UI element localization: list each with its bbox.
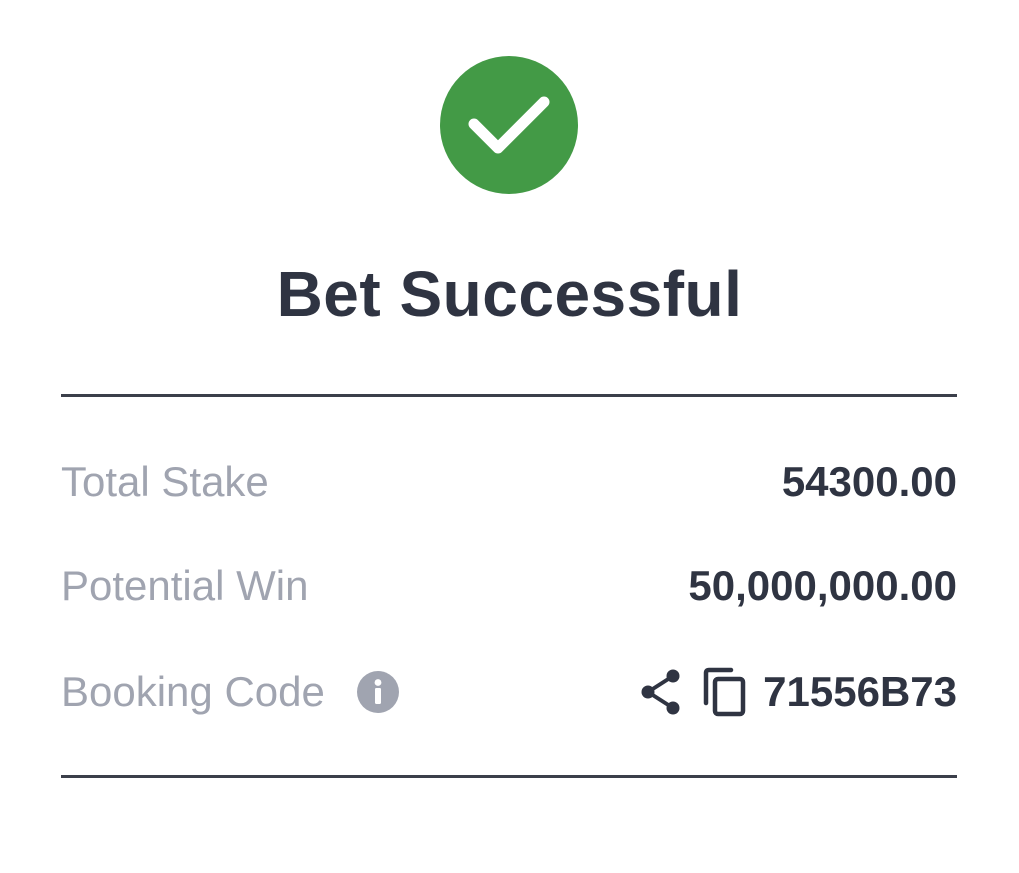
bottom-divider [61,775,957,778]
copy-icon[interactable] [701,666,747,718]
check-circle-icon [440,56,578,194]
booking-code-row: Booking Code 71556B73 [61,662,957,722]
potential-win-label: Potential Win [61,562,309,609]
booking-code-value-group: 71556B73 [639,666,957,718]
potential-win-row: Potential Win 50,000,000.00 [61,556,957,616]
booking-code-value[interactable]: 71556B73 [763,668,957,716]
booking-code-label-group: Booking Code [61,668,399,716]
total-stake-value: 54300.00 [781,458,957,505]
page-title: Bet Successful [276,258,743,330]
total-stake-label: Total Stake [61,458,269,505]
total-stake-row: Total Stake 54300.00 [61,452,957,512]
booking-code-label: Booking Code [61,668,325,715]
top-divider [61,394,957,397]
potential-win-value: 50,000,000.00 [688,562,957,609]
info-icon[interactable] [356,671,399,713]
share-icon[interactable] [639,667,683,717]
